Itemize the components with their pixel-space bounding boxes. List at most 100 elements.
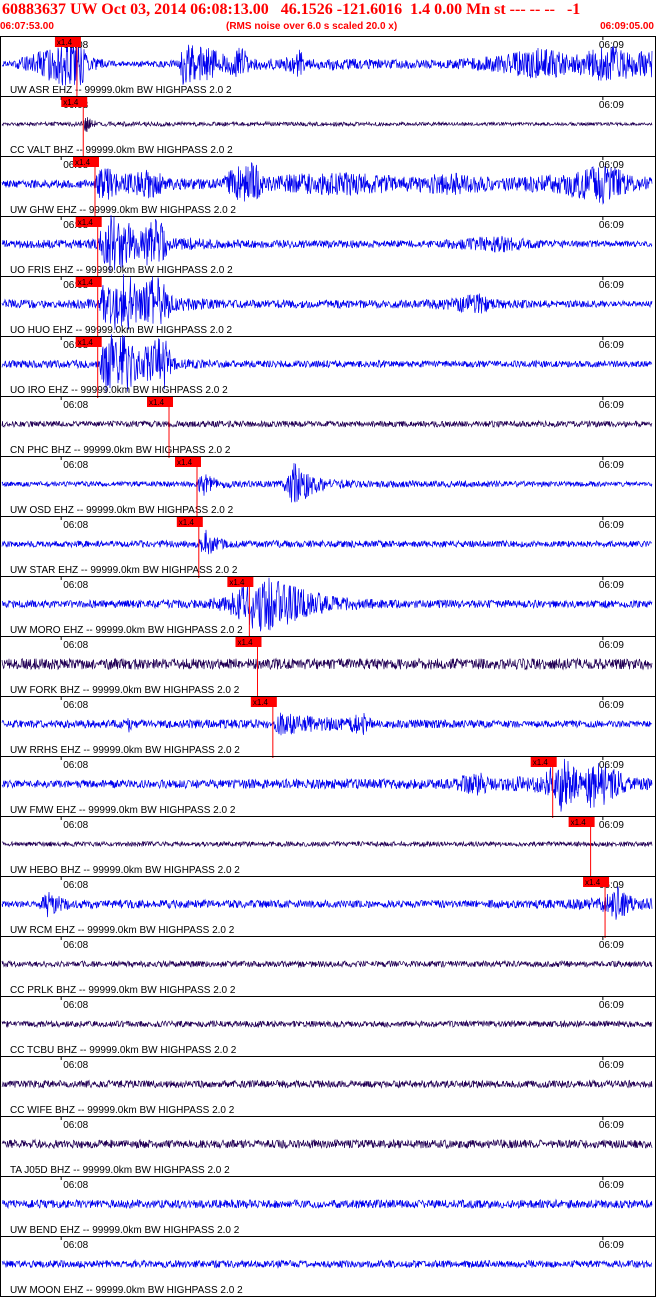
trace-panel-prlk: 06:08 06:09 CC PRLK BHZ -- 99999.0km BW HI… (0, 936, 656, 997)
rms-note: (RMS noise over 6.0 s scaled 20.0 x) (226, 21, 398, 32)
waveform-tcbu (1, 1019, 653, 1029)
trace-label: UO HUO EHZ -- 99999.0km BW HIGHPASS 2.0 … (10, 325, 233, 336)
tick-label: 06:09 (599, 1240, 624, 1251)
trace-label: UO IRO EHZ -- 99999.0km BW HIGHPASS 2.0 … (10, 385, 228, 396)
tick-label: 06:09 (599, 520, 624, 531)
record-header: 60883637 UW Oct 03, 2014 06:08:13.00 46.… (0, 0, 656, 36)
tick-label: 06:08 (63, 640, 88, 651)
pick-label: x1.4 (177, 458, 193, 467)
trace-label: UW MOON EHZ -- 99999.0km BW HIGHPASS 2.0… (10, 1285, 243, 1296)
tick-label: 06:08 (63, 880, 88, 891)
pick-label: x1.4 (63, 98, 79, 107)
tick-label: 06:09 (599, 460, 624, 471)
trace-panel-hebo: 06:08 06:09 UW HEBO BHZ -- 99999.0km BW HI… (0, 816, 656, 878)
pick-label: x1.4 (237, 638, 253, 647)
trace-panel-wife: 06:08 06:09 CC WIFE BHZ -- 99999.0km BW HI… (0, 1056, 656, 1117)
tick-label: 06:09 (599, 760, 624, 771)
tick-label: 06:08 (63, 400, 88, 411)
pick-label: x1.4 (533, 758, 549, 767)
trace-label: UW RCM EHZ -- 99999.0km BW HIGHPASS 2.0 … (10, 925, 235, 936)
tick-label: 06:08 (63, 820, 88, 831)
pick-label: x1.4 (78, 338, 94, 347)
trace-panel-phc: 06:08 06:09 CN PHC BHZ -- 99999.0km BW HIG… (0, 396, 656, 458)
trace-panel-huo: 06:0806:09UO HUO EHZ -- 99999.0km BW HIG… (0, 274, 656, 338)
window-start-time: 06:07:53.00 (0, 21, 54, 32)
tick-label: 06:09 (599, 1000, 624, 1011)
pick-label: x1.4 (75, 158, 91, 167)
pick-label: x1.4 (229, 578, 245, 587)
trace-label: UW FMW EHZ -- 99999.0km BW HIGHPASS 2.0 … (10, 805, 236, 816)
seismogram-plot: 06:08 06:09 UW ASR EHZ -- 99999.0km BW HIG… (0, 36, 656, 1297)
pick-label: x1.4 (149, 398, 165, 407)
trace-label: TA J05D BHZ -- 99999.0km BW HIGHPASS 2.0… (10, 1165, 230, 1176)
trace-panel-rrhs: 06:08 06:09 UW RRHS EHZ -- 99999.0km BW HI… (0, 696, 656, 758)
pick-label: x1.4 (179, 518, 195, 527)
trace-label: UO FRIS EHZ -- 99999.0km BW HIGHPASS 2.0… (10, 265, 233, 276)
trace-label: UW GHW EHZ -- 99999.0km BW HIGHPASS 2.0 … (10, 205, 236, 216)
tick-label: 06:09 (599, 1180, 624, 1191)
waveform-bend (1, 1198, 653, 1210)
trace-panel-tcbu: 06:08 06:09 CC TCBU BHZ -- 99999.0km BW HI… (0, 996, 656, 1057)
trace-label: UW HEBO BHZ -- 99999.0km BW HIGHPASS 2.0… (10, 865, 240, 876)
tick-label: 06:08 (63, 760, 88, 771)
tick-label: 06:08 (63, 1000, 88, 1011)
tick-label: 06:09 (599, 820, 624, 831)
tick-label: 06:08 (63, 940, 88, 951)
waveform-rcm (1, 886, 653, 920)
tick-label: 06:08 (63, 1180, 88, 1191)
trace-label: CN PHC BHZ -- 99999.0km BW HIGHPASS 2.0 … (10, 445, 231, 456)
tick-label: 06:08 (63, 520, 88, 531)
trace-label: CC TCBU BHZ -- 99999.0km BW HIGHPASS 2.0… (10, 1045, 237, 1056)
trace-panel-fris: 06:0806:09UO FRIS EHZ -- 99999.0km BW HI… (0, 215, 656, 278)
window-end-time: 06:09:05.00 (600, 21, 654, 32)
trace-panel-bend: 06:08 06:09 UW BEND EHZ -- 99999.0km BW HI… (0, 1176, 656, 1237)
pick-label: x1.4 (585, 878, 601, 887)
waveform-hebo (1, 840, 653, 848)
pick-label: x1.4 (78, 278, 94, 287)
waveform-phc (1, 419, 653, 429)
trace-panel-j05d: 06:08 06:09 TA J05D BHZ -- 99999.0km BW HI… (0, 1116, 656, 1177)
trace-panel-star: 06:08 06:09 UW STAR EHZ -- 99999.0km BW HI… (0, 516, 656, 578)
tick-label: 06:08 (63, 580, 88, 591)
tick-label: 06:09 (599, 220, 624, 231)
waveform-osd (1, 463, 653, 503)
waveform-moro (1, 577, 653, 632)
trace-label: UW FORK BHZ -- 99999.0km BW HIGHPASS 2.0… (10, 685, 240, 696)
trace-panel-asr: 06:0806:09UW ASR EHZ -- 99999.0km BW HIG… (0, 36, 656, 98)
trace-panel-iro: 06:0806:09UO IRO EHZ -- 99999.0km BW HIG… (0, 334, 656, 398)
tick-label: 06:09 (599, 100, 624, 111)
tick-label: 06:08 (63, 700, 88, 711)
trace-panel-valt: 06:0806:09CC VALT BHZ -- 99999.0km BW HI… (0, 96, 656, 158)
waveform-wife (1, 1079, 653, 1089)
waveform-asr (1, 39, 653, 86)
trace-label: CC VALT BHZ -- 99999.0km BW HIGHPASS 2.0… (10, 145, 233, 156)
trace-label: CC PRLK BHZ -- 99999.0km BW HIGHPASS 2.0… (10, 985, 236, 996)
tick-label: 06:08 (63, 460, 88, 471)
tick-label: 06:09 (599, 700, 624, 711)
trace-label: UW STAR EHZ -- 99999.0km BW HIGHPASS 2.0… (10, 565, 238, 576)
waveform-fork (1, 657, 653, 671)
trace-panel-osd: 06:08 06:09 UW OSD EHZ -- 99999.0km BW HIG… (0, 456, 656, 518)
tick-label: 06:09 (599, 160, 624, 171)
pick-label: x1.4 (78, 218, 94, 227)
trace-panel-fmw: 06:08 06:09 UW FMW EHZ -- 99999.0km BW HIG… (0, 756, 656, 818)
tick-label: 06:09 (599, 580, 624, 591)
tick-label: 06:09 (599, 940, 624, 951)
tick-label: 06:09 (599, 400, 624, 411)
tick-label: 06:09 (599, 340, 624, 351)
trace-panel-rcm: 06:08 06:09UW RCM EHZ -- 99999.0km BW HIG… (0, 876, 656, 938)
pick-label: x1.4 (571, 818, 587, 827)
waveform-moon (1, 1259, 653, 1269)
trace-label: CC WIFE BHZ -- 99999.0km BW HIGHPASS 2.0… (10, 1105, 235, 1116)
trace-panel-moon: 06:08 06:09 UW MOON EHZ -- 99999.0km BW HI… (0, 1236, 656, 1297)
tick-label: 06:09 (599, 40, 624, 51)
trace-label: UW RRHS EHZ -- 99999.0km BW HIGHPASS 2.0… (10, 745, 240, 756)
tick-label: 06:09 (599, 1120, 624, 1131)
tick-label: 06:09 (599, 280, 624, 291)
tick-label: 06:08 (63, 1060, 88, 1071)
tick-label: 06:09 (599, 1060, 624, 1071)
tick-label: 06:08 (63, 1120, 88, 1131)
waveform-star (1, 529, 653, 555)
tick-label: 06:08 (63, 1240, 88, 1251)
trace-panel-ghw: 06:0806:09UW GHW EHZ -- 99999.0km BW HIG… (0, 156, 656, 218)
